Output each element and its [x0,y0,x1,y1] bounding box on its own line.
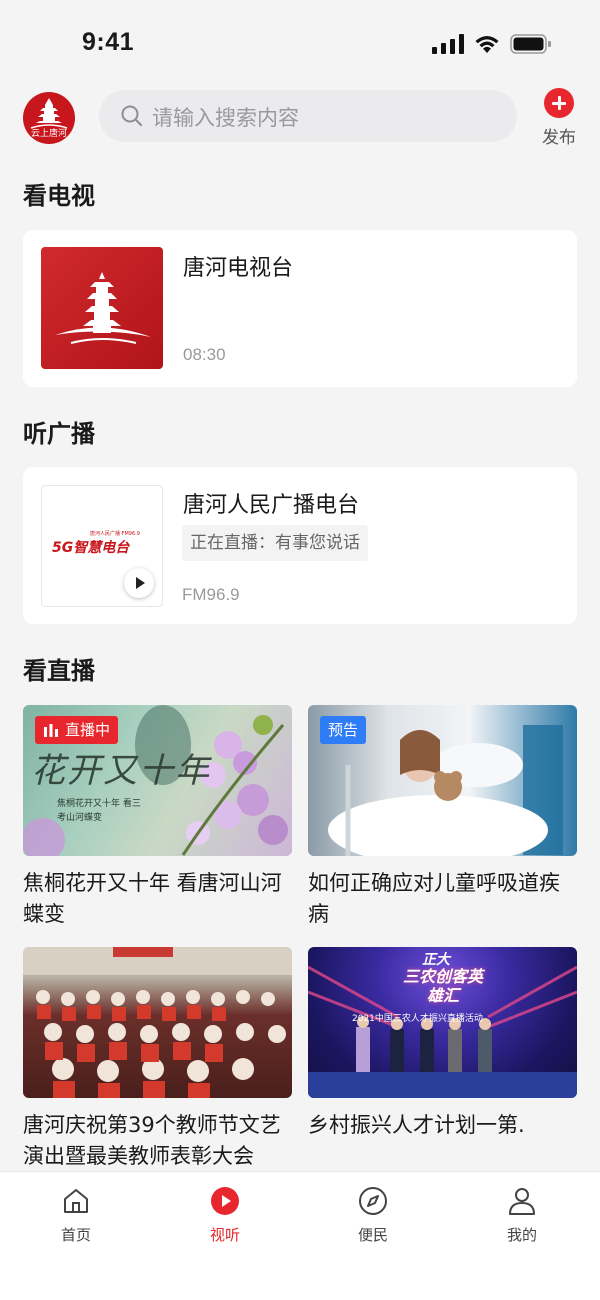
user-icon [509,1188,535,1215]
radio-frequency: FM96.9 [182,585,240,604]
tv-channel-time: 08:30 [183,345,226,364]
live-item[interactable]: 正大 三农创客英雄汇 2021中国三农人才振兴直播活动 乡村振兴人才计划一第. [308,947,577,1172]
live-thumbnail: 正大 三农创客英雄汇 2021中国三农人才振兴直播活动 [308,947,577,1098]
live-thumbnail [23,947,292,1098]
radio-logo-text: 5G智慧电台 [52,540,130,556]
poster-subtitle: 焦桐花开又十年 看三考山河蝶变 [57,799,141,823]
live-item[interactable]: 预告 如何正确应对儿童呼吸道疾病 [308,705,577,930]
live-badge: 直播中 [35,716,119,744]
live-item[interactable]: 唐河庆祝第39个教师节文艺演出暨最美教师表彰大会 [23,947,292,1172]
signal-icon [432,34,464,54]
tab-services-label: 便民 [357,1226,388,1244]
poster-title: 三农创客英雄汇 [402,967,483,1005]
battery-icon [510,34,551,54]
section-title-live: 看直播 [23,657,95,685]
logo-text: 云上唐河 [30,129,67,139]
search-icon [121,105,143,127]
section-title-tv: 看电视 [23,182,95,210]
bottom-tab-bar: 首页 视听 便民 我的 [0,1171,600,1300]
tab-services[interactable]: 便民 [333,1186,413,1245]
radio-station-card[interactable]: 5G智慧电台 唐河人民广播 FM96.9 唐河人民广播电台 正在直播：有事您说话… [23,467,577,624]
search-bar[interactable]: 请输入搜索内容 [99,90,517,142]
radio-station-title: 唐河人民广播电台 [183,493,360,518]
live-thumbnail: 预告 [308,705,577,856]
app-logo[interactable]: 云上唐河 [23,92,75,144]
publish-button[interactable]: 发布 [533,88,585,148]
play-button[interactable] [124,568,154,598]
tab-profile[interactable]: 我的 [482,1186,562,1245]
live-thumbnail: 花开又十年 焦桐花开又十年 看三考山河蝶变 直播中 [23,705,292,856]
section-title-radio: 听广播 [23,420,95,448]
radio-live-status: 正在直播：有事您说话 [182,525,368,561]
status-bar: 9:41 [0,0,600,88]
poster-title: 花开又十年 [31,751,211,791]
tab-home[interactable]: 首页 [36,1186,116,1245]
live-item-title: 唐河庆祝第39个教师节文艺演出暨最美教师表彰大会 [23,1113,281,1168]
tv-channel-card[interactable]: 唐河电视台 08:30 [23,230,577,387]
auditorium-scene-art [23,947,292,1098]
live-item-title: 乡村振兴人才计划一第. [308,1113,525,1137]
radio-logo-subtext: 唐河人民广播 FM96.9 [90,531,140,537]
live-item[interactable]: 花开又十年 焦桐花开又十年 看三考山河蝶变 直播中 焦桐花开又十年 看唐河山河蝶… [23,705,292,930]
wifi-icon [475,36,499,53]
live-item-title: 如何正确应对儿童呼吸道疾病 [308,871,560,926]
poster-top-text: 正大 [422,952,450,968]
poster-subtitle: 2021中国三农人才振兴直播活动 [352,1014,483,1024]
live-item-title: 焦桐花开又十年 看唐河山河蝶变 [23,871,282,926]
tab-media[interactable]: 视听 [185,1186,265,1245]
tab-profile-label: 我的 [506,1226,537,1244]
header: 云上唐河 请输入搜索内容 发布 [0,88,600,148]
radio-station-thumbnail: 5G智慧电台 唐河人民广播 FM96.9 [41,485,163,607]
plus-icon [544,88,574,118]
preview-badge: 预告 [320,716,367,744]
play-circle-icon [211,1187,239,1215]
status-icons [432,34,552,54]
compass-icon [359,1187,387,1215]
tv-channel-title: 唐河电视台 [183,256,294,281]
tab-home-label: 首页 [60,1226,91,1244]
home-icon [64,1189,88,1213]
live-badge-label: 直播中 [65,721,111,739]
tab-media-label: 视听 [209,1226,240,1244]
radio-logo: 5G智慧电台 唐河人民广播 FM96.9 [52,531,152,558]
live-bars-icon [44,724,58,737]
publish-label: 发布 [542,128,576,148]
search-placeholder: 请输入搜索内容 [152,106,299,130]
pagoda-logo-icon [55,272,151,344]
tv-channel-thumbnail [41,247,163,369]
status-time: 9:41 [82,28,135,56]
